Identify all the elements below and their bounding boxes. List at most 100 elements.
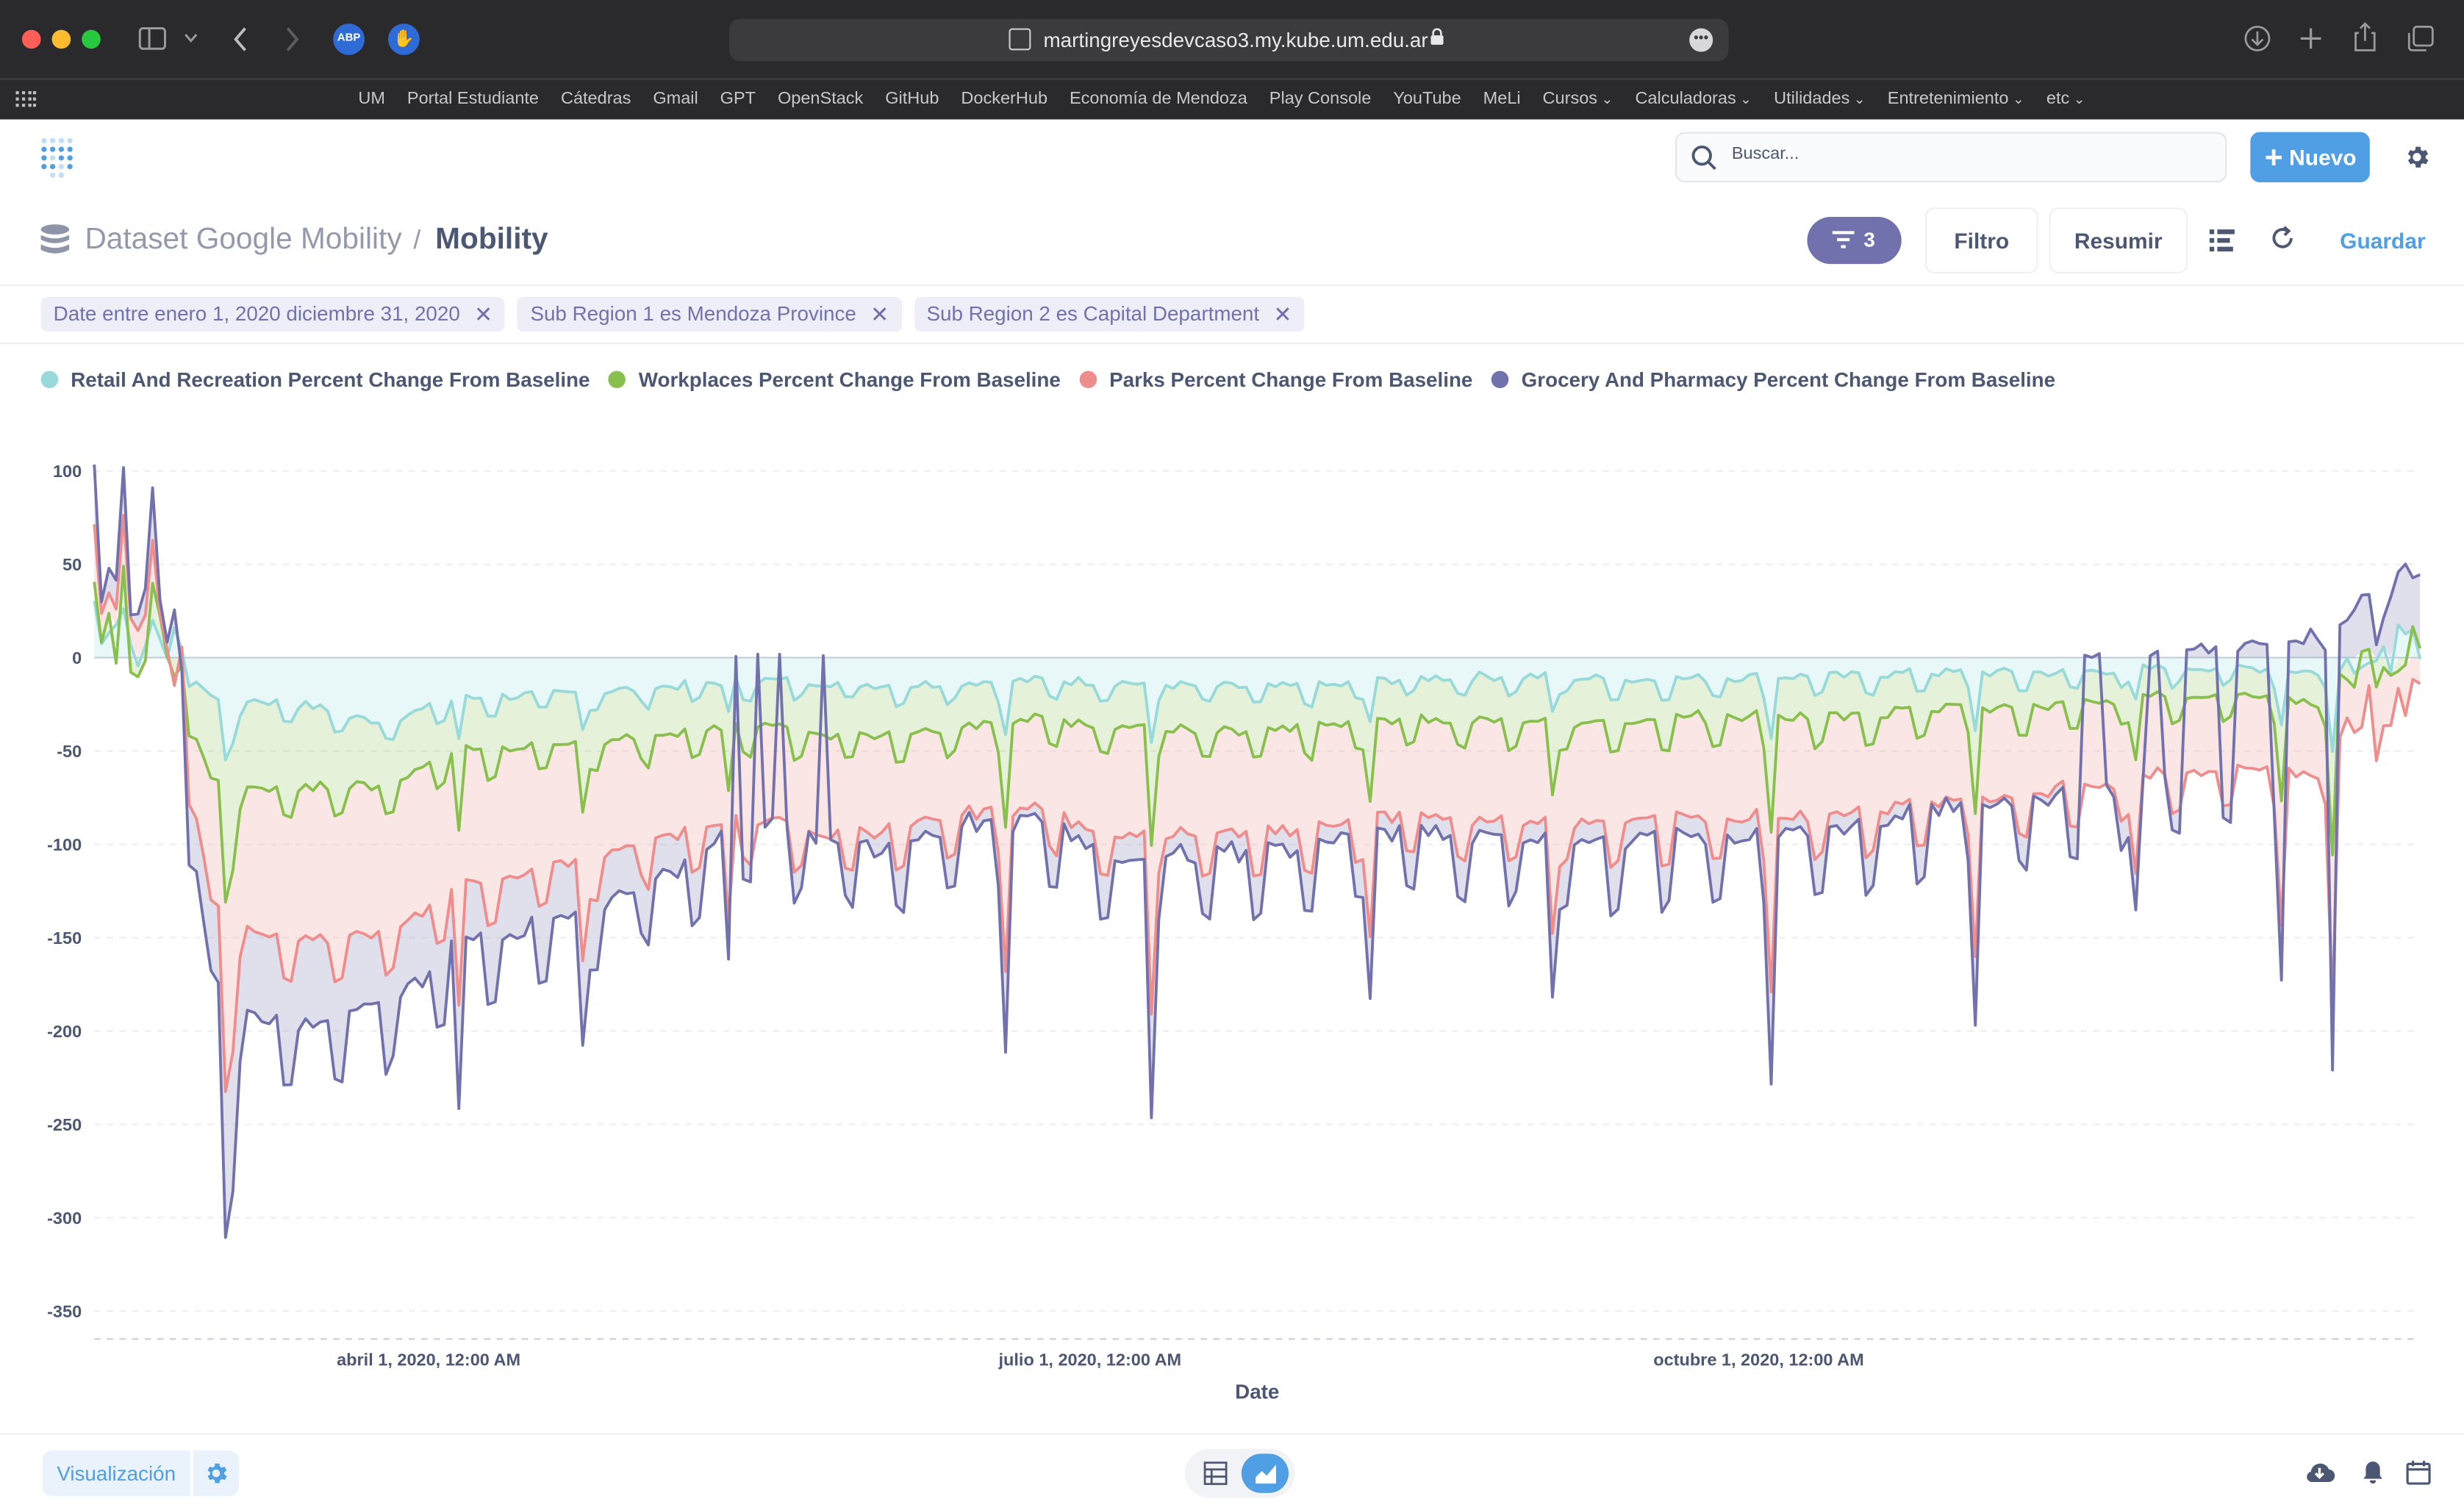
search-input[interactable] xyxy=(1731,144,2204,164)
metabase-logo-icon[interactable] xyxy=(39,137,80,178)
gear-icon xyxy=(207,1463,227,1483)
calendar-icon[interactable] xyxy=(2404,1460,2432,1485)
adblock-extension-icon[interactable]: ABP xyxy=(333,24,365,55)
search-box[interactable] xyxy=(1675,132,2227,182)
close-icon[interactable]: ✕ xyxy=(870,297,889,332)
share-icon[interactable] xyxy=(2352,22,2377,52)
area-chart[interactable]: 100 50 0 -50 -100 -150 -200 -250 -300 -350 abril 1… xyxy=(0,412,2464,1417)
bell-icon[interactable] xyxy=(2359,1460,2387,1485)
table-view-icon[interactable] xyxy=(1203,1461,1228,1486)
y-tick-label: -200 xyxy=(47,1022,82,1041)
x-tick-label: abril 1, 2020, 12:00 AM xyxy=(337,1350,520,1370)
save-button[interactable]: Guardar xyxy=(2340,228,2425,253)
chevron-down-icon[interactable] xyxy=(184,33,198,44)
y-tick-label: 50 xyxy=(62,555,82,574)
legend-label: Grocery And Pharmacy Percent Change From… xyxy=(1521,368,2056,392)
bookmarks-bar: UM Portal Estudiante Cátedras Gmail GPT OpenS… xyxy=(0,78,2464,120)
series-group xyxy=(93,464,2422,1239)
filter-count: 3 xyxy=(1863,227,1875,252)
legend-item[interactable]: Workplaces Percent Change From Baseline xyxy=(609,368,1061,391)
bookmark-item[interactable]: Play Console xyxy=(1269,88,1372,110)
url-text: martingreyesdevcaso3.my.kube.um.edu.ar xyxy=(1043,28,1428,52)
legend-item[interactable]: Parks Percent Change From Baseline xyxy=(1079,368,1472,391)
active-filters: Date entre enero 1, 2020 diciembre 31, 2… xyxy=(40,297,1305,332)
filter-button[interactable]: Filtro xyxy=(1924,207,2038,273)
address-bar[interactable]: martingreyesdevcaso3.my.kube.um.edu.ar •… xyxy=(728,18,1729,62)
new-tab-icon[interactable] xyxy=(2299,26,2323,50)
minimize-window-button[interactable] xyxy=(51,29,71,49)
bookmark-item[interactable]: etc xyxy=(2046,88,2085,110)
filter-chip-sub-region-2[interactable]: Sub Region 2 es Capital Department ✕ xyxy=(914,297,1305,332)
area-chart-icon xyxy=(1256,1464,1276,1484)
bookmark-item[interactable]: Entretenimiento xyxy=(1888,88,2024,110)
page-menu-icon[interactable]: ••• xyxy=(1689,28,1713,52)
bookmark-item[interactable]: MeLi xyxy=(1483,88,1521,110)
chart-view-toggle[interactable] xyxy=(1241,1453,1289,1493)
filter-chip-label: Sub Region 1 es Mendoza Province xyxy=(530,301,856,326)
forward-icon[interactable] xyxy=(284,26,300,51)
bookmark-item[interactable]: Gmail xyxy=(653,88,698,110)
hand-extension-icon[interactable]: ✋ xyxy=(388,24,420,55)
apps-grid-icon[interactable] xyxy=(15,90,37,112)
filter-chip-date[interactable]: Date entre enero 1, 2020 diciembre 31, 2… xyxy=(40,297,506,332)
visualization-button[interactable]: Visualización xyxy=(42,1450,190,1497)
y-tick-label: -50 xyxy=(57,742,82,761)
chart-legend: Retail And Recreation Percent Change Fro… xyxy=(40,368,2074,392)
filter-chip-label: Date entre enero 1, 2020 diciembre 31, 2… xyxy=(53,301,460,326)
app-header: +Nuevo xyxy=(0,119,2464,198)
x-tick-label: julio 1, 2020, 12:00 AM xyxy=(998,1350,1182,1370)
legend-label: Retail And Recreation Percent Change Fro… xyxy=(71,368,590,392)
app-root: ABP ✋ martingreyesdevcaso3.my.kube.um.ed… xyxy=(0,0,2464,1507)
filter-icon xyxy=(1832,231,1855,248)
bookmark-item[interactable]: Economía de Mendoza xyxy=(1070,88,1247,110)
search-icon xyxy=(1691,145,1716,171)
bookmark-item[interactable]: DockerHub xyxy=(961,88,1047,110)
close-icon[interactable]: ✕ xyxy=(474,297,493,332)
breadcrumb-dataset[interactable]: Dataset Google Mobility xyxy=(85,223,401,258)
filter-chip-sub-region-1[interactable]: Sub Region 1 es Mendoza Province ✕ xyxy=(517,297,902,332)
download-icon[interactable] xyxy=(2244,25,2271,51)
bookmark-item[interactable]: Calculadoras xyxy=(1635,88,1752,110)
question-header: Dataset Google Mobility / Mobility 3 Fil… xyxy=(0,198,2464,287)
new-button[interactable]: + Nuevo xyxy=(2250,132,2370,182)
bookmark-item[interactable]: YouTube xyxy=(1393,88,1461,110)
y-tick-label: -150 xyxy=(47,928,82,948)
visualization-settings-button[interactable] xyxy=(193,1450,239,1497)
bookmark-item[interactable]: Portal Estudiante xyxy=(407,88,539,110)
filter-count-toggle[interactable]: 3 xyxy=(1807,217,1902,265)
zoom-window-button[interactable] xyxy=(82,29,101,49)
legend-item[interactable]: Retail And Recreation Percent Change Fro… xyxy=(40,368,590,392)
new-button-label: Nuevo xyxy=(2289,144,2357,170)
settings-gear-icon[interactable] xyxy=(2403,143,2431,171)
favicon-icon xyxy=(1009,28,1031,51)
close-window-button[interactable] xyxy=(21,29,41,49)
bookmarks-list: UM Portal Estudiante Cátedras Gmail GPT OpenS… xyxy=(358,88,2107,110)
bookmark-item[interactable]: Cátedras xyxy=(561,88,631,110)
notebook-editor-icon[interactable] xyxy=(2209,228,2235,253)
bookmark-item[interactable]: GPT xyxy=(720,88,756,110)
legend-dot xyxy=(40,371,59,389)
download-results-icon[interactable] xyxy=(2304,1460,2335,1485)
x-axis-title: Date xyxy=(1235,1381,1279,1403)
y-tick-label: -250 xyxy=(47,1115,82,1134)
close-icon[interactable]: ✕ xyxy=(1273,297,1292,332)
summarize-button[interactable]: Resumir xyxy=(2049,207,2188,273)
view-toggle xyxy=(1184,1449,1295,1498)
tabs-overview-icon[interactable] xyxy=(2407,25,2434,51)
y-tick-label: 0 xyxy=(72,648,82,667)
filter-chip-label: Sub Region 2 es Capital Department xyxy=(926,301,1260,326)
sidebar-toggle-icon[interactable] xyxy=(138,26,166,50)
back-icon[interactable] xyxy=(232,26,248,51)
bookmark-item[interactable]: Cursos xyxy=(1543,88,1614,110)
bookmark-item[interactable]: GitHub xyxy=(885,88,939,110)
legend-dot xyxy=(609,371,626,389)
page-title[interactable]: Mobility xyxy=(435,223,548,258)
y-tick-label: 100 xyxy=(53,462,82,481)
plus-icon: + xyxy=(2264,141,2283,176)
legend-item[interactable]: Grocery And Pharmacy Percent Change From… xyxy=(1491,368,2055,391)
bookmark-item[interactable]: Utilidades xyxy=(1774,88,1866,110)
bookmark-item[interactable]: OpenStack xyxy=(778,88,863,110)
refresh-icon[interactable] xyxy=(2269,225,2296,251)
bookmark-item[interactable]: UM xyxy=(358,88,385,110)
legend-dot xyxy=(1491,371,1509,389)
